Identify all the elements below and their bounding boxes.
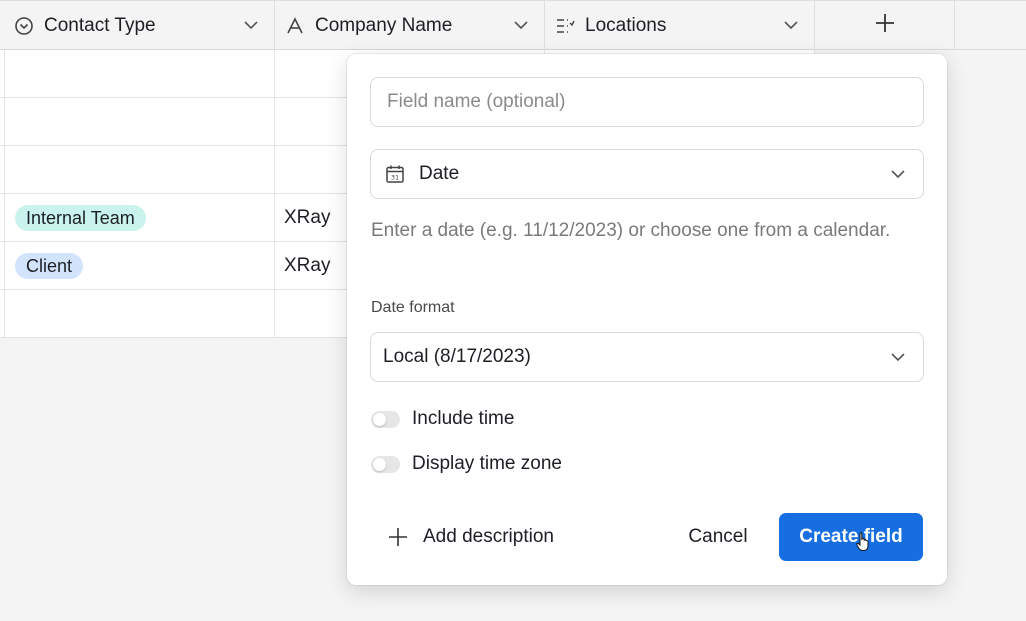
column-header-label: Contact Type xyxy=(44,14,156,36)
contact-type-cell[interactable] xyxy=(5,98,275,145)
contact-type-pill: Client xyxy=(15,252,84,279)
chevron-down-icon xyxy=(889,348,907,366)
date-format-label: Date format xyxy=(371,299,455,316)
contact-type-cell[interactable]: Client xyxy=(5,242,275,289)
multi-select-list-icon xyxy=(555,16,575,36)
company-name-value: XRay xyxy=(284,206,331,228)
company-name-value: XRay xyxy=(284,254,331,276)
field-type-select[interactable]: 31 Date xyxy=(370,149,924,199)
field-name-input[interactable]: Field name (optional) xyxy=(370,77,924,127)
column-header-company-name[interactable]: Company Name xyxy=(275,1,545,50)
contact-type-cell[interactable] xyxy=(5,290,275,337)
column-header-label: Locations xyxy=(585,14,667,36)
field-name-placeholder: Field name (optional) xyxy=(387,91,566,112)
add-field-popover: Field name (optional) 31 Date Enter a da… xyxy=(347,54,947,585)
column-header-label: Company Name xyxy=(315,14,453,36)
chevron-down-icon xyxy=(889,165,907,183)
toggle-knob xyxy=(373,457,386,471)
include-time-row: Include time xyxy=(371,408,514,430)
column-header-locations[interactable]: Locations xyxy=(545,1,815,50)
contact-type-pill: Internal Team xyxy=(15,204,146,231)
display-timezone-row: Display time zone xyxy=(371,453,562,475)
contact-type-cell[interactable] xyxy=(5,50,275,97)
add-column-button[interactable] xyxy=(815,1,955,50)
chevron-down-icon[interactable] xyxy=(242,16,260,34)
contact-type-cell[interactable]: Internal Team xyxy=(5,194,275,241)
text-field-icon xyxy=(285,16,305,36)
contact-type-cell[interactable] xyxy=(5,146,275,193)
include-time-toggle[interactable] xyxy=(371,410,400,428)
plus-icon xyxy=(387,526,409,548)
add-description-label: Add description xyxy=(423,526,554,547)
column-header-row: Contact Type Company Name Locations xyxy=(0,0,1026,50)
toggle-knob xyxy=(373,412,386,426)
plus-icon xyxy=(874,12,896,39)
display-timezone-label: Display time zone xyxy=(412,453,562,474)
field-type-description: Enter a date (e.g. 11/12/2023) or choose… xyxy=(371,220,891,241)
create-field-button[interactable]: Create field xyxy=(779,513,923,561)
svg-text:31: 31 xyxy=(391,174,399,182)
date-format-value: Local (8/17/2023) xyxy=(383,346,531,367)
chevron-down-icon[interactable] xyxy=(512,16,530,34)
calendar-icon: 31 xyxy=(385,164,405,184)
cancel-button[interactable]: Cancel xyxy=(673,513,763,561)
field-type-value: Date xyxy=(419,163,460,184)
column-header-contact-type[interactable]: Contact Type xyxy=(0,1,275,50)
include-time-label: Include time xyxy=(412,408,515,429)
display-timezone-toggle[interactable] xyxy=(371,455,400,473)
chevron-down-icon[interactable] xyxy=(782,16,800,34)
hand-pointer-cursor-icon xyxy=(856,532,870,552)
add-description-button[interactable]: Add description xyxy=(387,522,554,552)
date-format-select[interactable]: Local (8/17/2023) xyxy=(370,332,924,382)
single-select-icon xyxy=(14,16,34,36)
